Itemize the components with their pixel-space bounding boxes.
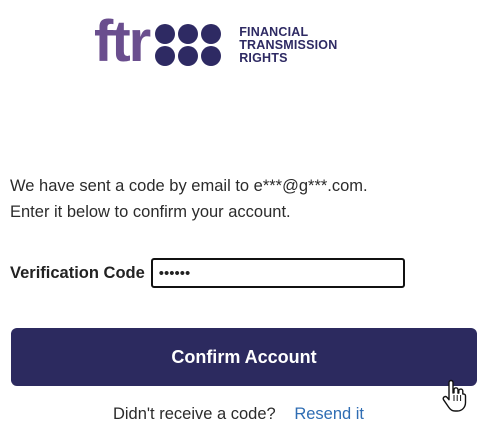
logo-wordmark: ftr [94, 9, 151, 74]
verification-code-label: Verification Code [10, 263, 145, 282]
logo-dot [201, 46, 222, 66]
confirm-account-page: ftr FINANCIAL TRANSMISSION RIGHTS We hav… [0, 0, 477, 436]
logo-name: FINANCIAL TRANSMISSION RIGHTS [239, 24, 338, 65]
resend-row: Didn't receive a code? Resend it [0, 404, 477, 424]
ftr-logo: ftr FINANCIAL TRANSMISSION RIGHTS [94, 10, 337, 80]
resend-link[interactable]: Resend it [294, 405, 364, 423]
logo-name-line: RIGHTS [239, 50, 288, 65]
intro-text: We have sent a code by email to e***@g**… [10, 173, 475, 225]
logo-name-line: FINANCIAL [239, 24, 309, 39]
logo-dot [201, 24, 222, 44]
logo-dot [155, 46, 176, 66]
intro-line-instruction: Enter it below to confirm your account. [10, 203, 291, 221]
intro-line-sent: We have sent a code by email to e***@g**… [10, 177, 368, 195]
resend-prompt: Didn't receive a code? [112, 405, 276, 423]
logo-dot [155, 24, 176, 44]
logo-dot [178, 46, 199, 66]
logo-name-line: TRANSMISSION [239, 37, 338, 52]
confirm-account-button[interactable]: Confirm Account [11, 328, 477, 386]
logo-dots-icon [155, 24, 222, 66]
logo-dot [178, 24, 199, 44]
verification-code-row: Verification Code [10, 258, 405, 288]
verification-code-input[interactable] [150, 258, 405, 288]
